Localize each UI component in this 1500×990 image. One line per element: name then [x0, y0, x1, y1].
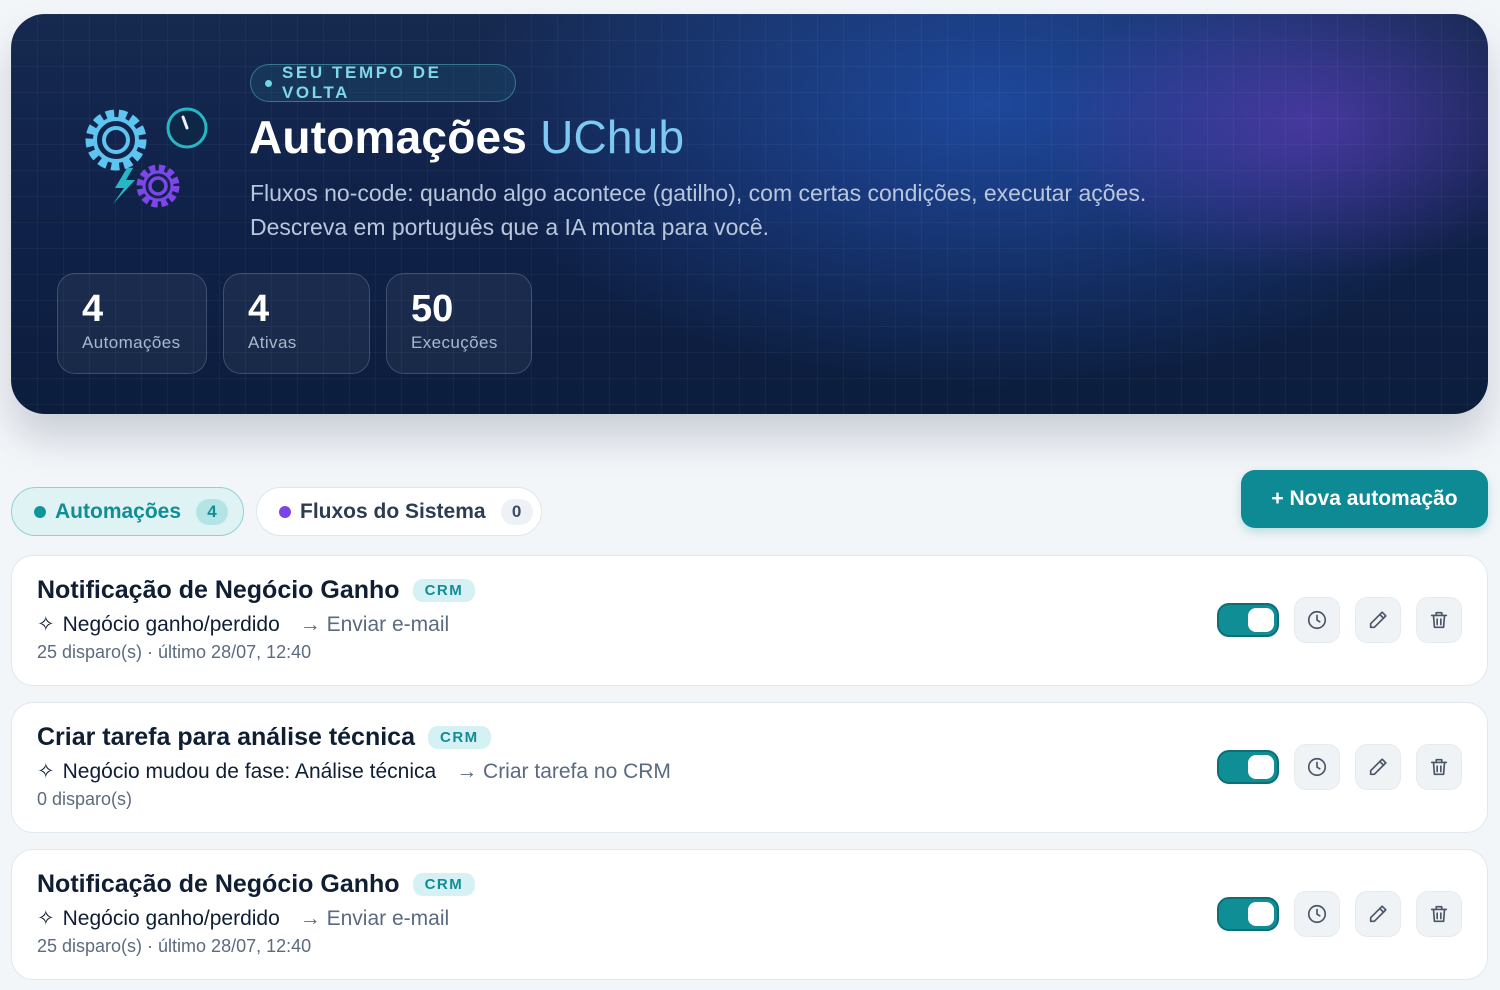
toggle-knob — [1248, 608, 1274, 632]
category-badge: CRM — [427, 726, 491, 749]
hero-description: Fluxos no-code: quando algo acontece (ga… — [250, 176, 1250, 244]
pencil-icon — [1369, 905, 1387, 923]
trigger-text: Negócio mudou de fase: Análise técnica — [62, 759, 437, 783]
trigger-text: Negócio ganho/perdido — [62, 612, 280, 636]
page-title: Automações UChub — [249, 110, 684, 164]
stat-value: 4 — [82, 288, 104, 330]
pencil-icon — [1369, 611, 1387, 629]
stat-value: 50 — [411, 288, 454, 330]
sparkle-icon: ✧ — [37, 760, 55, 783]
run-stats: 25 disparo(s) · último 28/07, 12:40 — [37, 642, 312, 662]
hero-description-line: Fluxos no-code: quando algo acontece (ga… — [250, 180, 1147, 206]
stat-label: Automações — [82, 333, 181, 352]
trash-icon — [1430, 611, 1448, 629]
action-text: → Enviar e-mail — [299, 906, 450, 930]
page-title-brand: UChub — [540, 111, 685, 163]
history-button[interactable] — [1294, 597, 1340, 643]
automation-title: Criar tarefa para análise técnica — [37, 723, 415, 751]
tab-dot — [279, 505, 291, 518]
hero-banner: SEU TEMPO DE VOLTA Automações UChub Flux… — [11, 14, 1488, 414]
action-text: → Enviar e-mail — [299, 612, 450, 636]
card-title-row: Criar tarefa para análise técnica CRM — [37, 723, 491, 752]
tab-label: Fluxos do Sistema — [300, 499, 486, 523]
trash-icon — [1430, 758, 1448, 776]
delete-button[interactable] — [1416, 597, 1462, 643]
automation-title: Notificação de Negócio Ganho — [37, 576, 400, 604]
clock-icon — [1307, 904, 1327, 924]
card-title-row: Notificação de Negócio Ganho CRM — [37, 576, 476, 605]
tab-automations[interactable]: Automações 4 — [11, 487, 244, 536]
stat-label: Execuções — [411, 333, 498, 352]
hero-tag-pill: SEU TEMPO DE VOLTA — [250, 63, 516, 102]
history-button[interactable] — [1294, 744, 1340, 790]
action-text: → Criar tarefa no CRM — [456, 759, 671, 783]
tab-dot — [34, 505, 46, 518]
sparkle-icon: ✧ — [37, 613, 55, 636]
automation-card: Criar tarefa para análise técnica CRM ✧ … — [11, 702, 1488, 833]
automation-card: Notificação de Negócio Ganho CRM ✧ Negóc… — [11, 555, 1488, 686]
new-automation-button[interactable]: + Nova automação — [1241, 470, 1488, 528]
stat-value: 4 — [248, 288, 270, 330]
pill-label: SEU TEMPO DE VOLTA — [281, 63, 442, 102]
stat-card-executions: 50 Execuções — [386, 273, 532, 374]
automation-card: Notificação de Negócio Ganho CRM ✧ Negóc… — [11, 849, 1488, 980]
run-stats: 0 disparo(s) — [37, 789, 133, 809]
toggle-knob — [1248, 755, 1274, 779]
sparkle-icon: ✧ — [37, 907, 55, 930]
page-title-main: Automações — [249, 111, 528, 163]
category-badge: CRM — [412, 873, 476, 896]
trash-icon — [1430, 905, 1448, 923]
enable-toggle[interactable] — [1217, 750, 1279, 784]
pencil-icon — [1369, 758, 1387, 776]
automation-flow: ✧ Negócio mudou de fase: Análise técnica… — [37, 759, 671, 784]
clock-icon — [1307, 757, 1327, 777]
tab-count-badge: 4 — [196, 498, 229, 525]
automation-title: Notificação de Negócio Ganho — [37, 870, 400, 898]
stat-label: Ativas — [248, 333, 297, 352]
stat-card-active: 4 Ativas — [223, 273, 370, 374]
tab-system-flows[interactable]: Fluxos do Sistema 0 — [256, 487, 542, 536]
run-stats: 25 disparo(s) · último 28/07, 12:40 — [37, 936, 312, 956]
edit-button[interactable] — [1355, 891, 1401, 937]
hero-description-line: Descreva em português que a IA monta par… — [250, 214, 770, 240]
delete-button[interactable] — [1416, 744, 1462, 790]
automation-flow: ✧ Negócio ganho/perdido → Enviar e-mail — [37, 612, 449, 637]
category-badge: CRM — [412, 579, 476, 602]
stat-card-automations: 4 Automações — [57, 273, 207, 374]
clock-icon — [1307, 610, 1327, 630]
tab-label: Automações — [55, 499, 182, 523]
trigger-text: Negócio ganho/perdido — [62, 906, 280, 930]
gears-automation-icon — [85, 107, 208, 208]
edit-button[interactable] — [1355, 744, 1401, 790]
automation-flow: ✧ Negócio ganho/perdido → Enviar e-mail — [37, 906, 449, 931]
edit-button[interactable] — [1355, 597, 1401, 643]
enable-toggle[interactable] — [1217, 897, 1279, 931]
enable-toggle[interactable] — [1217, 603, 1279, 637]
card-title-row: Notificação de Negócio Ganho CRM — [37, 870, 476, 899]
toggle-knob — [1248, 902, 1274, 926]
history-button[interactable] — [1294, 891, 1340, 937]
tab-count-badge: 0 — [500, 498, 533, 525]
pill-dot — [265, 79, 272, 87]
delete-button[interactable] — [1416, 891, 1462, 937]
